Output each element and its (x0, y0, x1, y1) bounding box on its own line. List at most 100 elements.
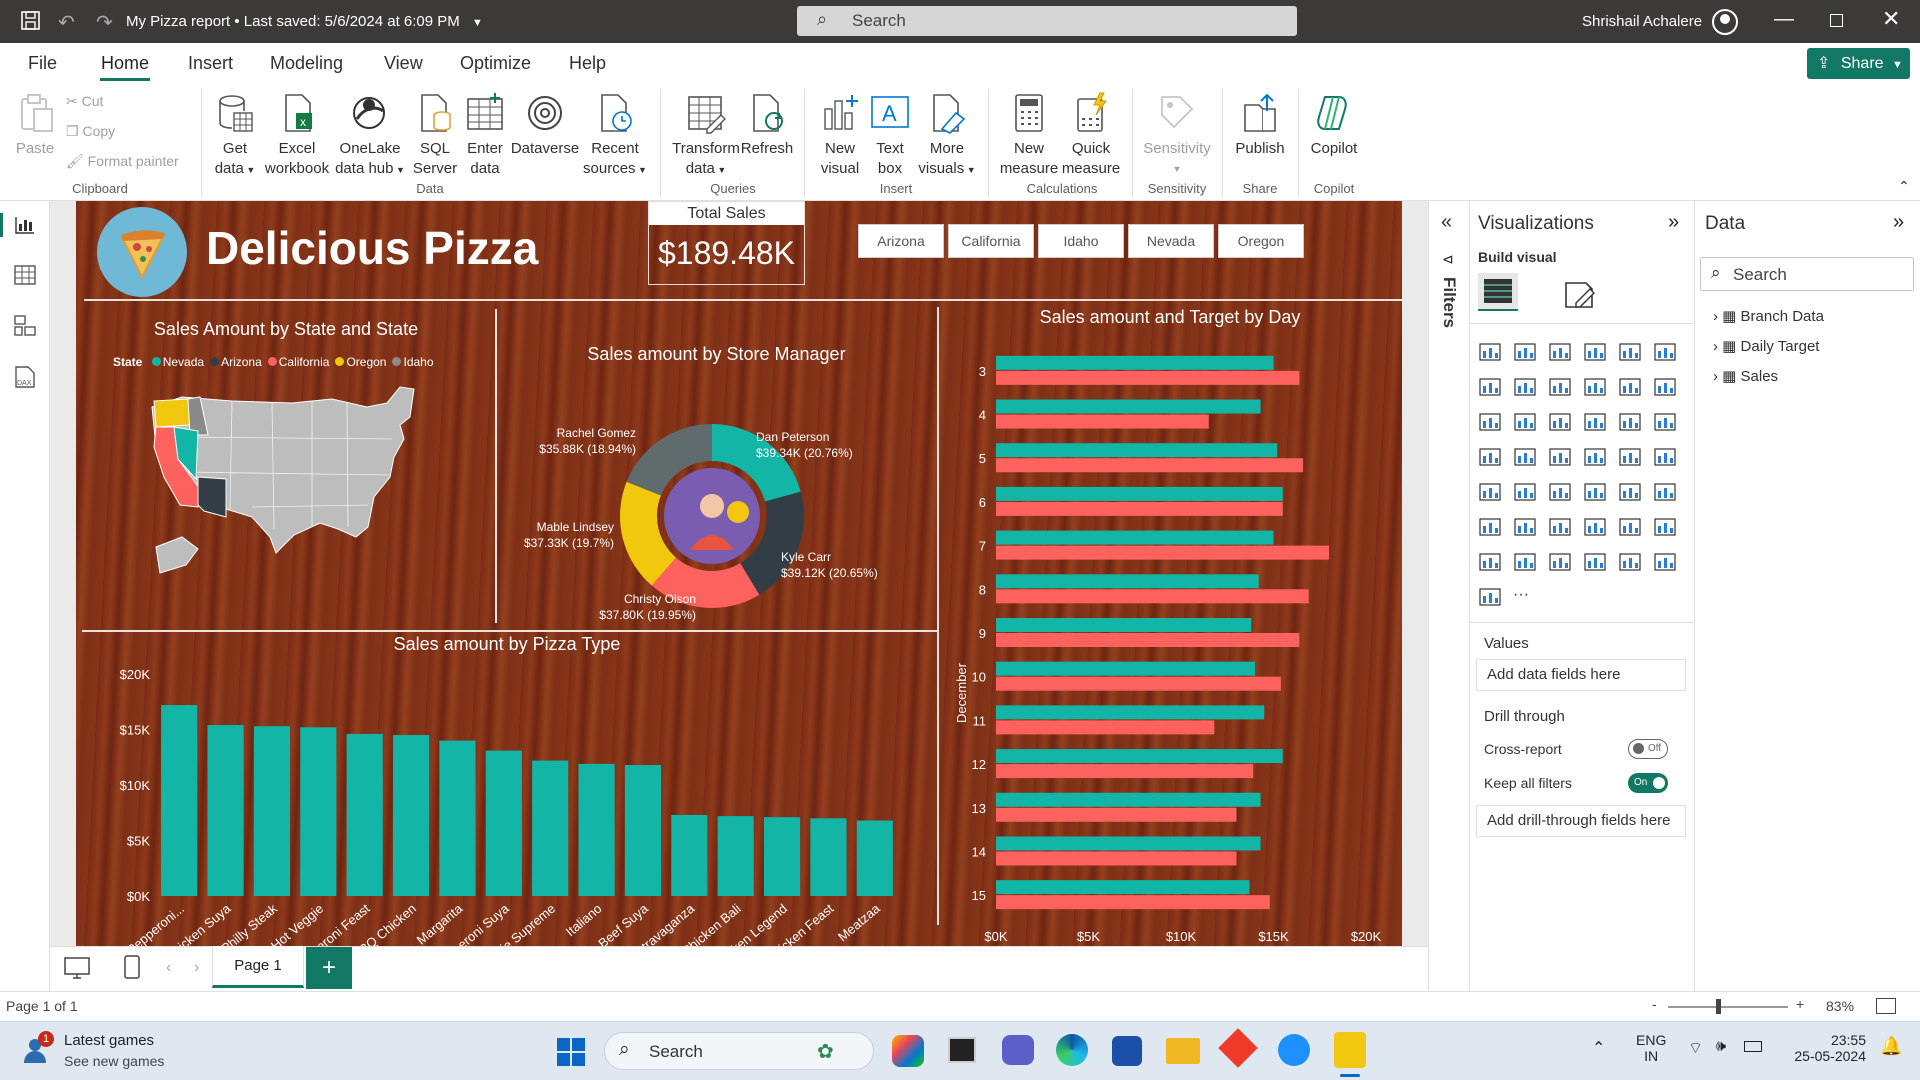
enter-data-button[interactable]: Enter data (462, 91, 508, 179)
notification-bell-icon[interactable]: 🔔 (1880, 1036, 1902, 1057)
line-visual-icon[interactable] (1478, 376, 1502, 398)
get-data-button[interactable]: Get data ▼ (210, 91, 260, 180)
day-bar-10-target[interactable] (996, 676, 1281, 691)
line-column-visual-icon[interactable] (1618, 376, 1642, 398)
power-apps-visual-icon[interactable] (1548, 551, 1572, 573)
bar-hot-veggie[interactable] (300, 727, 337, 896)
desktop-layout-icon[interactable] (64, 957, 90, 979)
new-visual-button[interactable]: New visual (812, 91, 868, 179)
bar-hot-pepperoni-[interactable] (161, 705, 198, 896)
pizza-bar-chart[interactable]: $0K $5K $10K $15K $20K Hot Pepperoni... Chicke… (76, 656, 938, 946)
legend-item-nevada[interactable]: Nevada (151, 355, 204, 369)
zoom-thumb[interactable] (1716, 999, 1721, 1014)
day-bar-14-target[interactable] (996, 851, 1237, 866)
ribbon-visual-icon[interactable] (1478, 411, 1502, 433)
maximize-icon[interactable] (1830, 14, 1843, 27)
day-bar-11-target[interactable] (996, 720, 1215, 735)
next-page-icon[interactable]: › (194, 959, 199, 977)
slicer-visual-icon[interactable] (1583, 481, 1607, 503)
clustered-column-visual-icon[interactable] (1583, 341, 1607, 363)
day-bar-12-target[interactable] (996, 764, 1254, 779)
undo-icon[interactable]: ↶ (58, 10, 75, 35)
slicer-arizona[interactable]: Arizona (858, 224, 944, 258)
anydesk-icon[interactable] (1218, 1028, 1258, 1068)
copy-button[interactable]: ❐ Copy (66, 123, 115, 140)
wifi-icon[interactable]: ⌔ (1688, 1038, 1703, 1058)
add-data-fields-well[interactable]: Add data fields here (1476, 659, 1686, 691)
build-visual-tab[interactable] (1478, 273, 1518, 311)
bar-meatzaa[interactable] (856, 820, 893, 896)
day-bar-chart[interactable]: 3 4 5 6 7 8 9 10 11 12 13 14 15 $0K $5K $10K $15K $20K Dec… (938, 329, 1402, 946)
save-icon[interactable] (20, 11, 42, 31)
refresh-button[interactable]: Refresh (740, 91, 794, 159)
legend-item-idaho[interactable]: Idaho (392, 355, 434, 369)
day-bar-5-sales[interactable] (996, 443, 1278, 458)
publish-button[interactable]: Publish (1230, 91, 1290, 159)
donut-chart[interactable]: Dan Peterson $39.34K (20.76%) Kyle Carr $39… (496, 371, 937, 631)
dataverse-button[interactable]: Dataverse (510, 91, 580, 159)
map-visual-icon[interactable] (1513, 446, 1537, 468)
waterfall-visual-icon[interactable] (1513, 411, 1537, 433)
help-app-icon[interactable] (1278, 1034, 1310, 1066)
slicer-california[interactable]: California (948, 224, 1034, 258)
model-view-icon[interactable] (14, 315, 36, 337)
table-item-sales[interactable]: › ▦ Sales (1713, 367, 1778, 385)
key-influencers-visual-icon[interactable] (1548, 516, 1572, 538)
clock[interactable]: 23:55 25-05-2024 (1786, 1032, 1866, 1064)
fit-to-page-icon[interactable] (1876, 998, 1896, 1014)
start-button[interactable] (556, 1037, 586, 1067)
taskbar-search[interactable]: ⌕ Search ✿ (604, 1032, 874, 1070)
new-measure-button[interactable]: New measure (998, 91, 1060, 179)
menu-modeling[interactable]: Modeling (270, 53, 343, 74)
report-view-icon[interactable] (14, 215, 36, 235)
100-bar-visual-icon[interactable] (1618, 341, 1642, 363)
us-map[interactable] (142, 377, 452, 577)
filters-pane-collapsed[interactable]: « ⊲ Filters (1428, 201, 1470, 991)
menu-insert[interactable]: Insert (188, 53, 233, 74)
bar-chicken-suya[interactable] (207, 725, 244, 896)
store-icon[interactable] (1112, 1036, 1142, 1066)
bar-chicken-legend[interactable] (763, 817, 801, 896)
powerbi-taskbar-icon[interactable] (1334, 1032, 1366, 1068)
decomposition-tree-visual-icon[interactable] (1583, 516, 1607, 538)
clustered-bar-visual-icon[interactable] (1548, 341, 1572, 363)
100-column-visual-icon[interactable] (1653, 341, 1677, 363)
day-bar-7-sales[interactable] (996, 530, 1274, 545)
data-search-input[interactable]: ⌕ Search (1700, 257, 1914, 291)
table-item-daily-target[interactable]: › ▦ Daily Target (1713, 337, 1819, 355)
multi-row-card-visual-icon[interactable] (1513, 481, 1537, 503)
collapse-viz-icon[interactable]: » (1668, 211, 1679, 234)
keep-filters-toggle[interactable]: On (1628, 773, 1668, 793)
line-clustered-visual-icon[interactable] (1653, 376, 1677, 398)
zoom-in-icon[interactable]: + (1796, 996, 1804, 1012)
day-bar-10-sales[interactable] (996, 661, 1255, 676)
day-bar-6-target[interactable] (996, 501, 1283, 516)
cut-button[interactable]: ✂ Cut (66, 93, 103, 110)
bar-pepperoni-feast[interactable] (346, 733, 383, 896)
day-bar-14-sales[interactable] (996, 836, 1261, 851)
day-bar-11-sales[interactable] (996, 705, 1265, 720)
language-indicator[interactable]: ENG IN (1636, 1032, 1666, 1064)
menu-view[interactable]: View (384, 53, 423, 74)
excel-workbook-button[interactable]: x Excel workbook (262, 91, 332, 179)
stacked-column-visual-icon[interactable] (1513, 341, 1537, 363)
menu-home[interactable]: Home (101, 53, 149, 74)
day-bar-15-target[interactable] (996, 895, 1270, 910)
copilot-button[interactable]: Copilot (1304, 91, 1364, 159)
volume-icon[interactable]: 🕪 (1716, 1038, 1726, 1056)
azure-map-visual-icon[interactable] (1618, 446, 1642, 468)
day-bar-12-sales[interactable] (996, 749, 1283, 764)
bar-chicken-bali[interactable] (717, 816, 754, 896)
r-visual-visual-icon[interactable] (1478, 516, 1502, 538)
qa-visual-icon[interactable] (1618, 516, 1642, 538)
day-bar-4-target[interactable] (996, 414, 1209, 429)
paste-button[interactable]: Paste (14, 91, 56, 159)
table-item-branch-data[interactable]: › ▦ Branch Data (1713, 307, 1824, 325)
day-bar-3-sales[interactable] (996, 355, 1274, 370)
menu-optimize[interactable]: Optimize (460, 53, 531, 74)
bar-italiano[interactable] (578, 763, 615, 896)
menu-help[interactable]: Help (569, 53, 606, 74)
day-bar-4-sales[interactable] (996, 399, 1261, 414)
bar-extravaganza[interactable] (671, 814, 708, 896)
mobile-layout-icon[interactable] (124, 955, 140, 979)
